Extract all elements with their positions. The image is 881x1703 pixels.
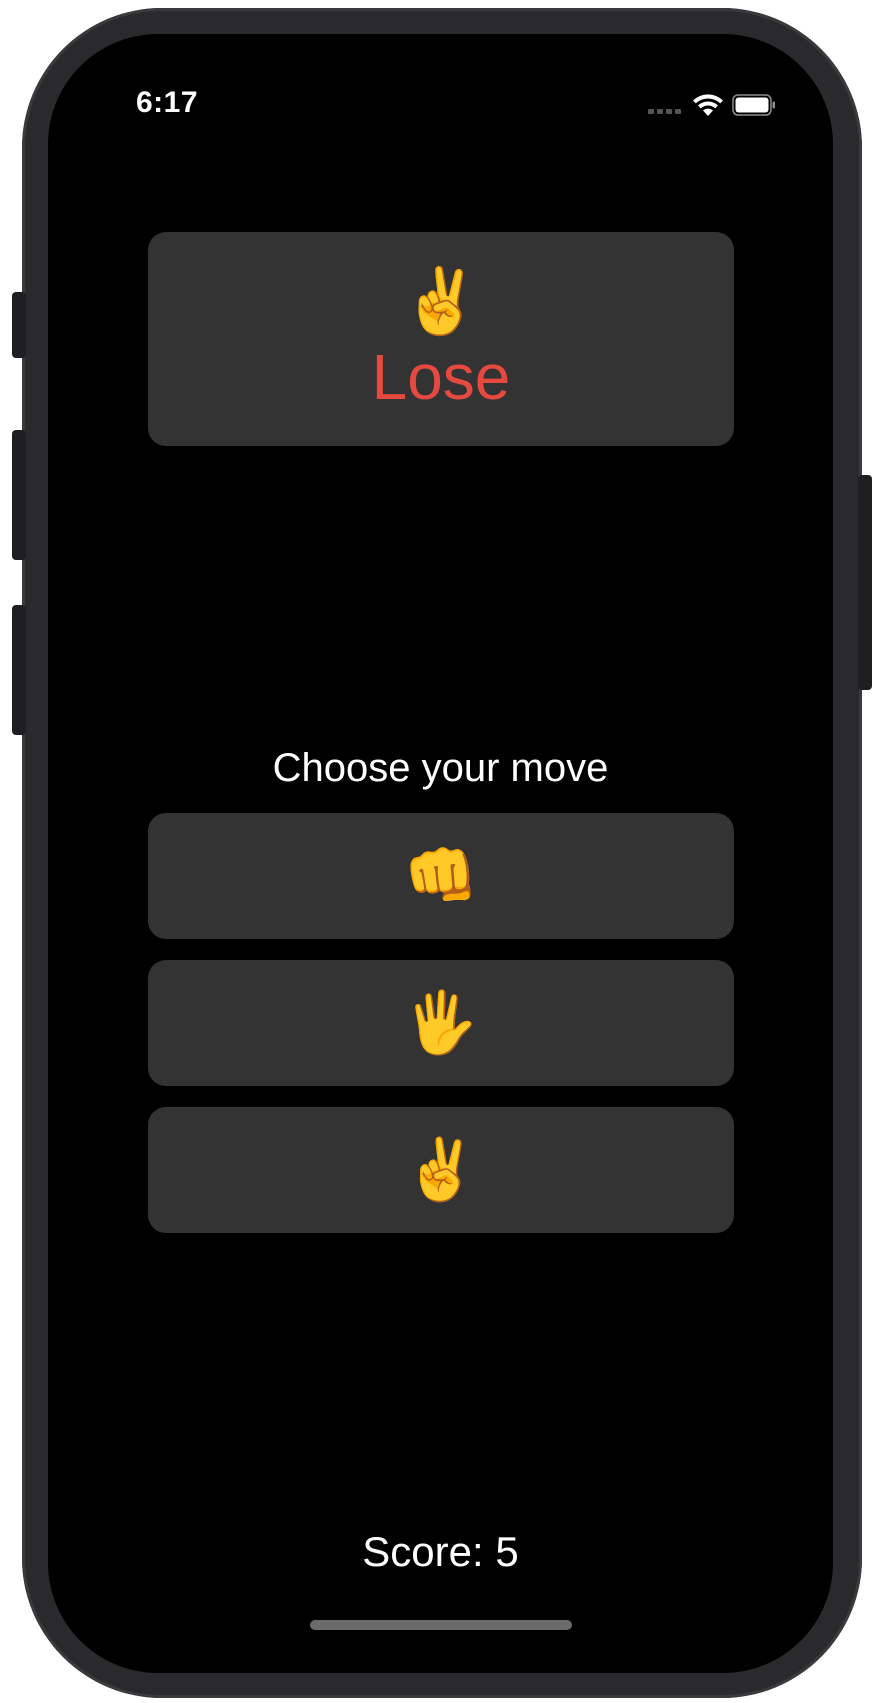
volume-down-button bbox=[12, 605, 26, 735]
outcome-label: Lose bbox=[371, 341, 511, 413]
scissors-button[interactable]: ✌️ bbox=[148, 1107, 734, 1233]
app-screen: 6:17 ✌️ Lose Choose your move 👊 🖐 ✌️ Sco… bbox=[48, 34, 833, 1673]
scissors-emoji: ✌️ bbox=[403, 1136, 479, 1203]
cellular-signal-icon bbox=[648, 109, 681, 114]
rock-emoji: 👊 bbox=[403, 842, 479, 909]
silent-switch bbox=[12, 292, 26, 358]
rock-button[interactable]: 👊 bbox=[148, 813, 734, 939]
status-bar: 6:17 bbox=[48, 34, 833, 124]
status-time: 6:17 bbox=[136, 86, 199, 119]
result-card: ✌️ Lose bbox=[148, 232, 734, 446]
wifi-icon bbox=[693, 94, 723, 116]
paper-emoji: 🖐 bbox=[403, 989, 479, 1056]
paper-button[interactable]: 🖐 bbox=[148, 960, 734, 1086]
computer-move-emoji: ✌️ bbox=[401, 265, 481, 337]
power-button bbox=[858, 475, 872, 690]
score-label: Score: 5 bbox=[362, 1528, 519, 1575]
battery-icon bbox=[732, 94, 775, 116]
volume-up-button bbox=[12, 430, 26, 560]
choose-move-prompt: Choose your move bbox=[272, 746, 609, 790]
home-indicator[interactable] bbox=[310, 1620, 572, 1630]
